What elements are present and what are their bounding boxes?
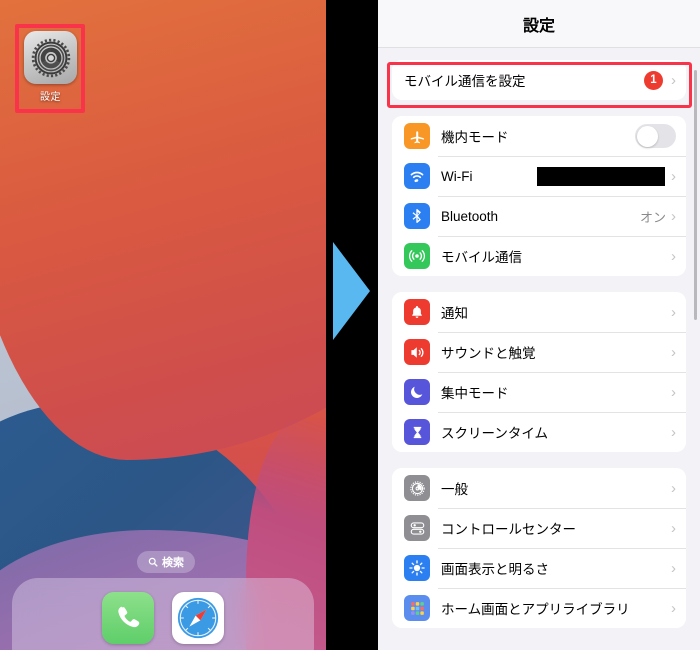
settings-group-system: 一般 › コントロールセンター › 画面表示と明るさ › ホーム画面とアプリライ… — [392, 468, 686, 628]
settings-row-screen-time[interactable]: スクリーンタイム › — [392, 412, 686, 452]
status-badge: 1 — [644, 70, 663, 90]
chevron-right-icon: › — [671, 559, 676, 577]
phone-icon — [118, 606, 140, 628]
home-dock — [12, 578, 314, 650]
chevron-right-icon: › — [671, 343, 676, 361]
hourglass-icon — [404, 419, 430, 445]
settings-row-label: ホーム画面とアプリライブラリ — [441, 602, 630, 617]
dock-app-phone[interactable] — [102, 592, 154, 644]
settings-app-highlight-box — [15, 24, 85, 113]
settings-row-wifi[interactable]: Wi-Fi › — [392, 156, 686, 196]
settings-row-control-center[interactable]: コントロールセンター › — [392, 508, 686, 548]
chevron-right-icon: › — [671, 383, 676, 401]
wifi-value-redacted — [537, 166, 665, 186]
gear-icon — [404, 475, 430, 501]
settings-row-label: Wi-Fi — [441, 168, 473, 184]
settings-row-cellular-setup[interactable]: モバイル通信を設定 1 › — [392, 60, 686, 100]
chevron-right-icon: › — [671, 599, 676, 617]
moon-icon — [404, 379, 430, 405]
settings-row-focus[interactable]: 集中モード › — [392, 372, 686, 412]
bluetooth-icon — [404, 203, 430, 229]
chevron-right-icon: › — [671, 247, 676, 265]
arrow-right-icon — [333, 242, 370, 340]
page-title: 設定 — [522, 17, 555, 35]
bell-icon — [404, 299, 430, 325]
app-grid-icon — [404, 595, 430, 621]
wifi-icon — [404, 163, 430, 189]
settings-row-label: モバイル通信 — [441, 250, 522, 265]
search-icon — [148, 557, 158, 567]
chevron-right-icon: › — [671, 479, 676, 497]
settings-row-display-brightness[interactable]: 画面表示と明るさ › — [392, 548, 686, 588]
chevron-right-icon: › — [671, 519, 676, 537]
settings-row-sounds-haptics[interactable]: サウンドと触覚 › — [392, 332, 686, 372]
settings-group-alerts: 通知 › サウンドと触覚 › 集中モード › スクリーンタイム › — [392, 292, 686, 452]
iphone-home-screen: 設定 検索 — [0, 0, 326, 650]
home-search-pill[interactable]: 検索 — [137, 551, 195, 573]
settings-row-label: コントロールセンター — [441, 522, 576, 537]
toggle-knob — [636, 125, 658, 147]
safari-compass-icon — [177, 597, 219, 639]
settings-row-label: 機内モード — [441, 130, 509, 145]
sliders-icon — [404, 515, 430, 541]
bluetooth-status-value: オン — [639, 209, 666, 225]
settings-row-notifications[interactable]: 通知 › — [392, 292, 686, 332]
settings-row-label: モバイル通信を設定 — [404, 74, 526, 89]
airplane-icon — [404, 123, 430, 149]
settings-row-label: 一般 — [441, 482, 468, 497]
dock-app-safari[interactable] — [172, 592, 224, 644]
settings-screen: 設定 モバイル通信を設定 1 › 機内モード Wi-Fi › Bluetooth… — [378, 0, 700, 650]
settings-scrollbar[interactable] — [694, 70, 697, 320]
brightness-icon — [404, 555, 430, 581]
settings-row-label: 通知 — [441, 306, 468, 321]
settings-row-bluetooth[interactable]: Bluetooth オン › — [392, 196, 686, 236]
screenshot-root: 設定 検索 設定 モバイル通信を設定 1 › 機内モード Wi-Fi › Blu… — [0, 0, 700, 650]
settings-row-label: 画面表示と明るさ — [441, 562, 549, 577]
chevron-right-icon: › — [671, 207, 676, 225]
chevron-right-icon: › — [671, 167, 676, 185]
cellular-icon — [404, 243, 430, 269]
settings-row-airplane-mode[interactable]: 機内モード — [392, 116, 686, 156]
settings-group-connectivity: 機内モード Wi-Fi › Bluetooth オン › モバイル通信 › — [392, 116, 686, 276]
airplane-mode-toggle[interactable] — [635, 124, 676, 148]
home-search-label: 検索 — [162, 557, 184, 569]
settings-row-general[interactable]: 一般 › — [392, 468, 686, 508]
settings-group-cellular-setup: モバイル通信を設定 1 › — [392, 60, 686, 100]
settings-row-cellular[interactable]: モバイル通信 › — [392, 236, 686, 276]
settings-row-label: 集中モード — [441, 386, 509, 401]
chevron-right-icon: › — [671, 71, 676, 89]
settings-row-label: スクリーンタイム — [441, 426, 549, 441]
settings-row-label: サウンドと触覚 — [441, 346, 536, 361]
chevron-right-icon: › — [671, 303, 676, 321]
chevron-right-icon: › — [671, 423, 676, 441]
speaker-icon — [404, 339, 430, 365]
settings-row-label: Bluetooth — [441, 208, 499, 224]
settings-row-home-screen[interactable]: ホーム画面とアプリライブラリ › — [392, 588, 686, 628]
settings-nav-bar: 設定 — [378, 0, 700, 48]
